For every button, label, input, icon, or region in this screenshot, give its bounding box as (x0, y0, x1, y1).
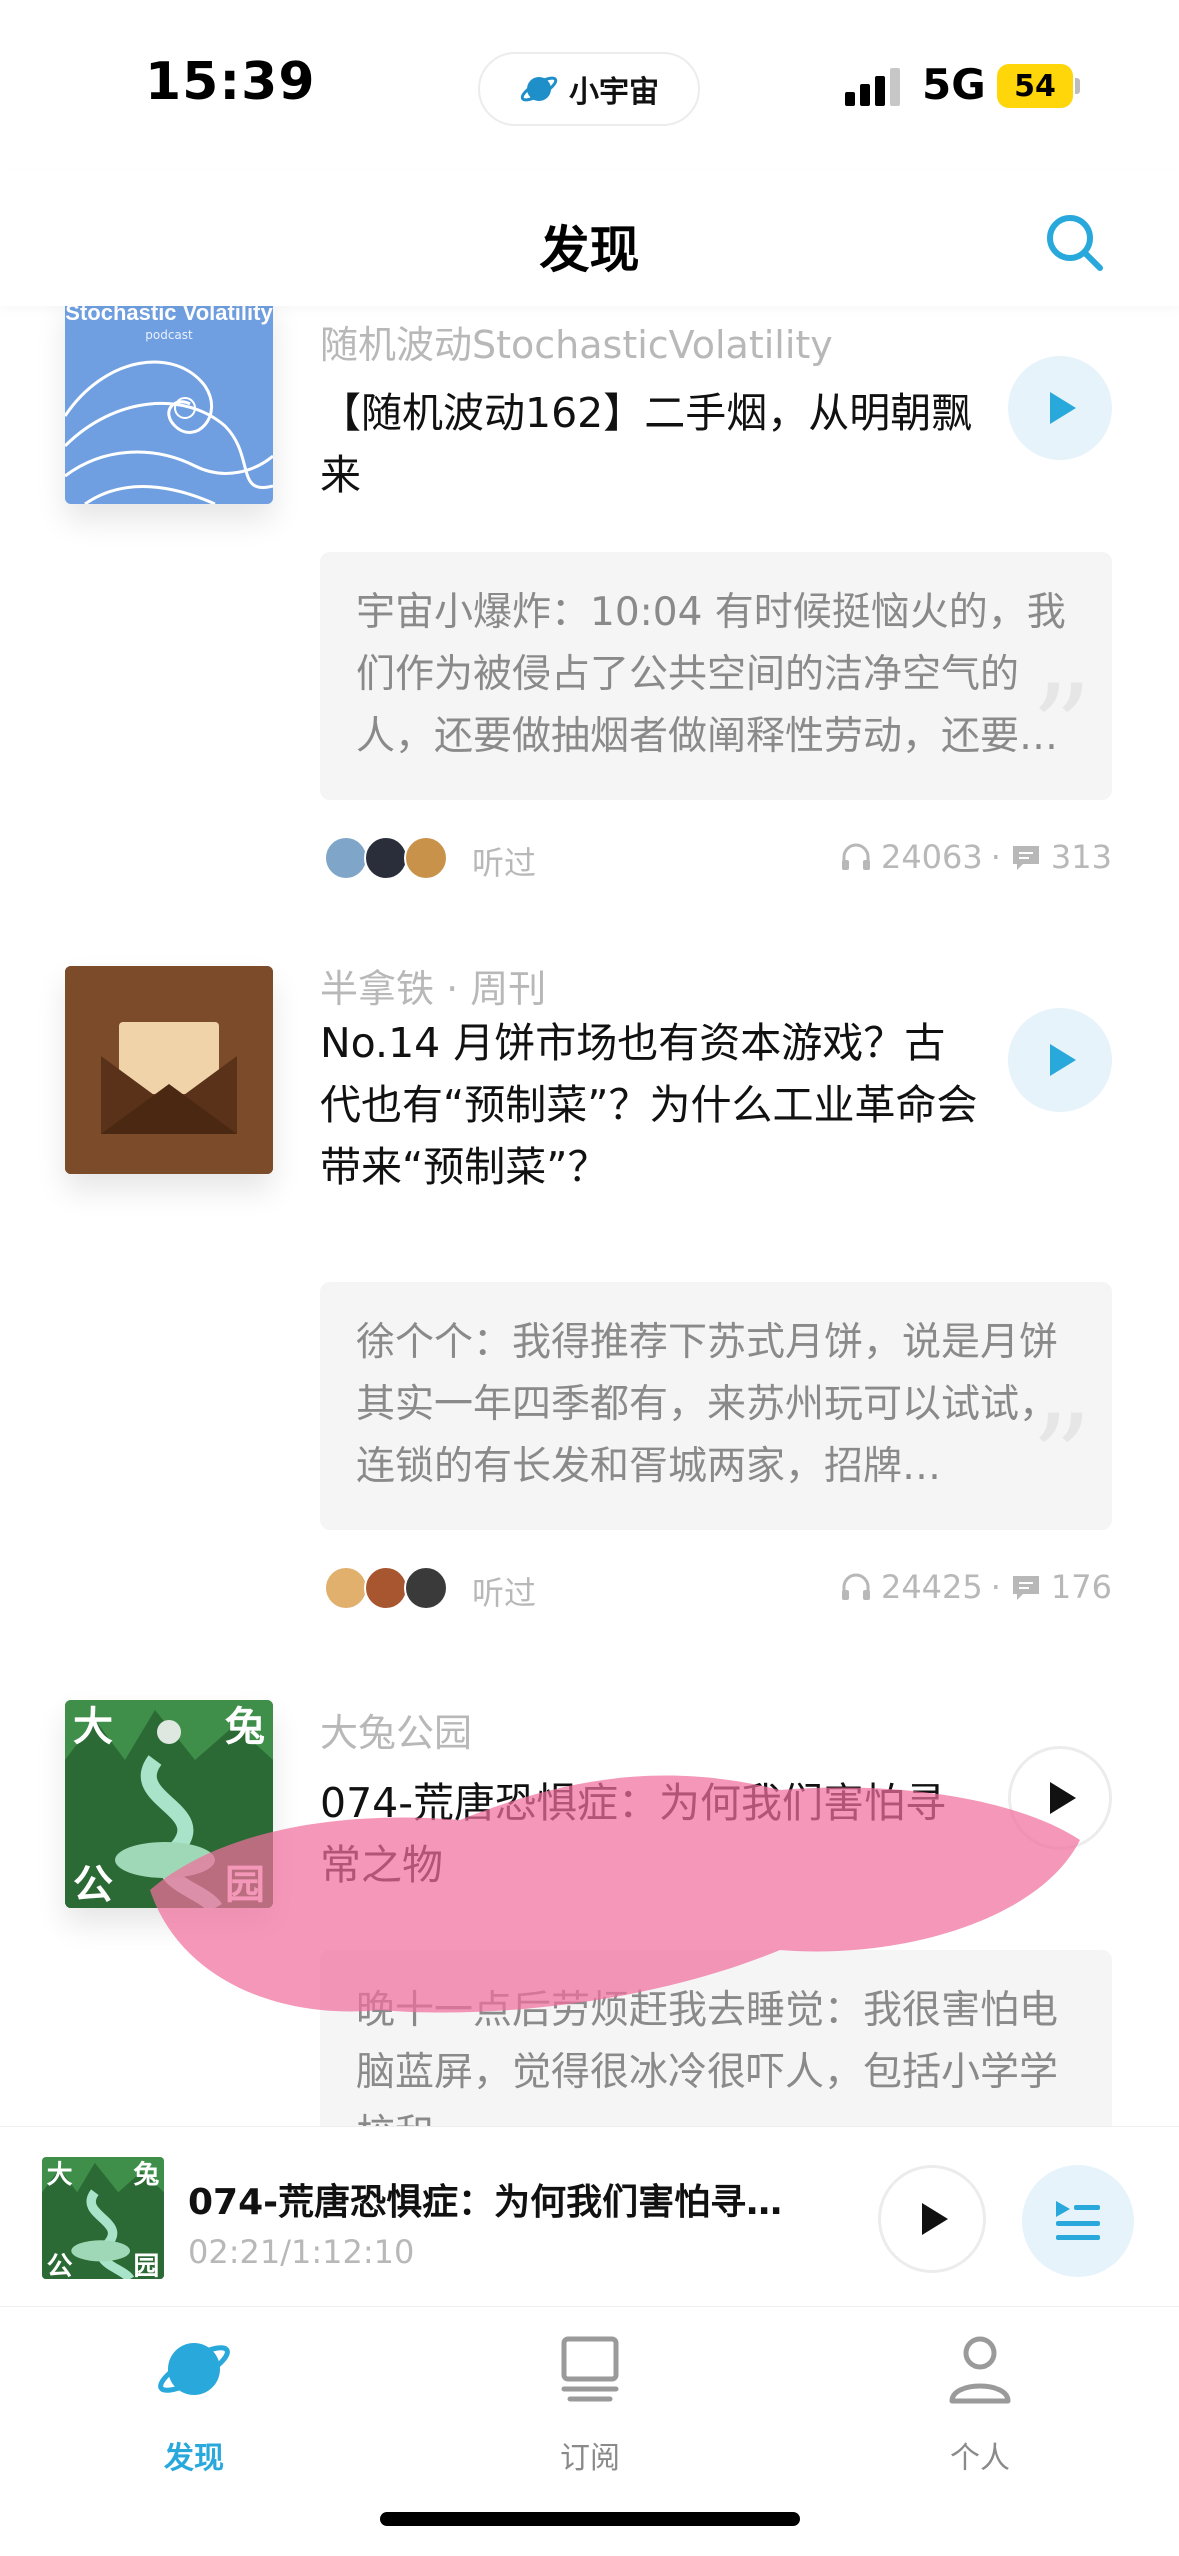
play-button[interactable] (1008, 1746, 1112, 1850)
svg-text:园: 园 (134, 2251, 160, 2279)
avatar (404, 836, 448, 880)
quote-icon: ” (1030, 1390, 1092, 1529)
play-icon (1050, 392, 1076, 424)
top-comment[interactable]: 徐个个：我得推荐下苏式月饼，说是月饼其实一年四季都有，来苏州玩可以试试，连锁的有… (320, 1282, 1112, 1530)
svg-text:大: 大 (73, 1704, 113, 1750)
header: 发现 (0, 170, 1179, 306)
comment-icon (1012, 846, 1039, 870)
episode-card[interactable]: 半拿铁 · 周刊 No.14 月饼市场也有资本游戏？古代也有“预制菜”？为什么工… (0, 966, 1179, 1706)
tab-label: 个人 (950, 2441, 1010, 2476)
svg-text:公: 公 (47, 2251, 73, 2279)
play-button[interactable] (1008, 1008, 1112, 1112)
play-button[interactable] (1008, 356, 1112, 460)
planet-icon (158, 2343, 230, 2395)
separator-dot: · (990, 838, 1001, 876)
podcast-name[interactable]: 大兔公园 (320, 1702, 472, 1757)
episode-title[interactable]: 074-荒唐恐惧症：为何我们害怕寻常之物 (320, 1772, 980, 1896)
discover-feed[interactable]: Stochastic Volatility podcast 随机波动Stocha… (0, 306, 1179, 2126)
person-icon (949, 2336, 1011, 2404)
listened-label: 听过 (472, 844, 537, 882)
episode-cover[interactable] (65, 966, 273, 1174)
listened-label: 听过 (472, 1574, 537, 1612)
play-icon (1050, 1782, 1076, 1814)
wave-art-icon (65, 360, 273, 504)
tab-discover[interactable]: 发现 (94, 2329, 294, 2476)
top-comment[interactable]: 晚十一点后劳烦赶我去睡觉：我很害怕电脑蓝屏，觉得很冰冷很吓人，包括小学学校和… (320, 1950, 1112, 2126)
headphones-icon (841, 1573, 870, 1600)
svg-text:公: 公 (73, 1862, 113, 1908)
app-pill[interactable]: 小宇宙 (478, 52, 700, 126)
network-label: 5G (922, 60, 986, 109)
app-name: 小宇宙 (569, 75, 659, 110)
mini-play-button[interactable] (878, 2165, 986, 2273)
battery-cap (1075, 78, 1080, 94)
planet-logo-icon (520, 76, 558, 102)
battery-icon: 54 (997, 64, 1073, 108)
episode-card[interactable]: Stochastic Volatility podcast 随机波动Stocha… (0, 306, 1179, 926)
episode-cover[interactable]: 大 兔 公 园 (65, 1700, 273, 1908)
search-icon (1047, 215, 1103, 271)
park-art-icon: 大 兔 公 园 (65, 1700, 273, 1908)
status-time: 15:39 (145, 52, 316, 112)
home-indicator[interactable] (380, 2512, 800, 2526)
search-button[interactable] (1042, 210, 1106, 274)
svg-text:大: 大 (47, 2160, 73, 2190)
mini-player-title[interactable]: 074-荒唐恐惧症：为何我们害怕寻… (188, 2173, 828, 2225)
mini-player-time: 02:21/1:12:10 (188, 2233, 415, 2271)
svg-text:兔: 兔 (134, 2160, 160, 2190)
episode-title[interactable]: No.14 月饼市场也有资本游戏？古代也有“预制菜”？为什么工业革命会带来“预制… (320, 1012, 980, 1198)
episode-stats: 24063 · 313 (839, 838, 1112, 876)
play-icon (922, 2203, 948, 2235)
tab-label: 订阅 (560, 2441, 620, 2476)
battery-level: 54 (1014, 68, 1056, 104)
envelope-art-icon (65, 966, 273, 1174)
episode-cover[interactable]: Stochastic Volatility podcast (65, 306, 273, 504)
tab-label: 发现 (164, 2441, 224, 2476)
comment-count: 176 (1050, 1568, 1112, 1606)
page-title: 发现 (539, 221, 640, 279)
mini-player[interactable]: 大 兔 公 园 074-荒唐恐惧症：为何我们害怕寻… 02:21/1:12:10 (0, 2126, 1179, 2306)
avatar (404, 1566, 448, 1610)
mini-player-cover[interactable]: 大 兔 公 园 (42, 2157, 164, 2279)
episode-card[interactable]: 大 兔 公 园 大兔公园 074-荒唐恐惧症：为何我们害怕寻常之物 晚十一点后劳… (0, 1700, 1179, 2126)
episode-stats: 24425 · 176 (839, 1568, 1112, 1606)
playlist-icon (1056, 2201, 1100, 2240)
separator-dot: · (990, 1568, 1001, 1606)
episode-meta: 听过 24425 · 176 (320, 1560, 1112, 1616)
signal-icon (845, 66, 905, 106)
avatar (364, 836, 408, 880)
tab-profile[interactable]: 个人 (880, 2329, 1080, 2476)
tab-subscriptions[interactable]: 订阅 (490, 2329, 690, 2476)
playlist-button[interactable] (1022, 2165, 1134, 2277)
avatar (324, 1566, 368, 1610)
inbox-icon (561, 2336, 619, 2402)
comment-text: 宇宙小爆炸：10:04 有时候挺恼火的，我们作为被侵占了公共空间的洁净空气的人，… (356, 590, 1066, 759)
svg-text:园: 园 (225, 1862, 265, 1908)
play-count: 24425 (880, 1568, 983, 1606)
podcast-name[interactable]: 半拿铁 · 周刊 (320, 958, 546, 1013)
podcast-name[interactable]: 随机波动StochasticVolatility (320, 314, 833, 369)
avatar (364, 1566, 408, 1610)
headphones-icon (841, 843, 870, 870)
top-comment[interactable]: 宇宙小爆炸：10:04 有时候挺恼火的，我们作为被侵占了公共空间的洁净空气的人，… (320, 552, 1112, 800)
comment-count: 313 (1050, 838, 1112, 876)
comment-text: 徐个个：我得推荐下苏式月饼，说是月饼其实一年四季都有，来苏州玩可以试试，连锁的有… (356, 1320, 1059, 1489)
play-icon (1050, 1044, 1076, 1076)
episode-meta: 听过 24063 · 313 (320, 830, 1112, 886)
quote-icon: ” (1030, 660, 1092, 799)
status-bar: 15:39 小宇宙 5G 54 (0, 0, 1179, 170)
comment-icon (1012, 1576, 1039, 1600)
play-count: 24063 (880, 838, 983, 876)
svg-text:兔: 兔 (225, 1704, 265, 1750)
comment-text: 晚十一点后劳烦赶我去睡觉：我很害怕电脑蓝屏，觉得很冰冷很吓人，包括小学学校和… (356, 1988, 1059, 2126)
avatar (324, 836, 368, 880)
episode-title[interactable]: 【随机波动162】二手烟，从明朝飘来 (320, 382, 980, 506)
park-art-icon: 大 兔 公 园 (42, 2157, 164, 2279)
